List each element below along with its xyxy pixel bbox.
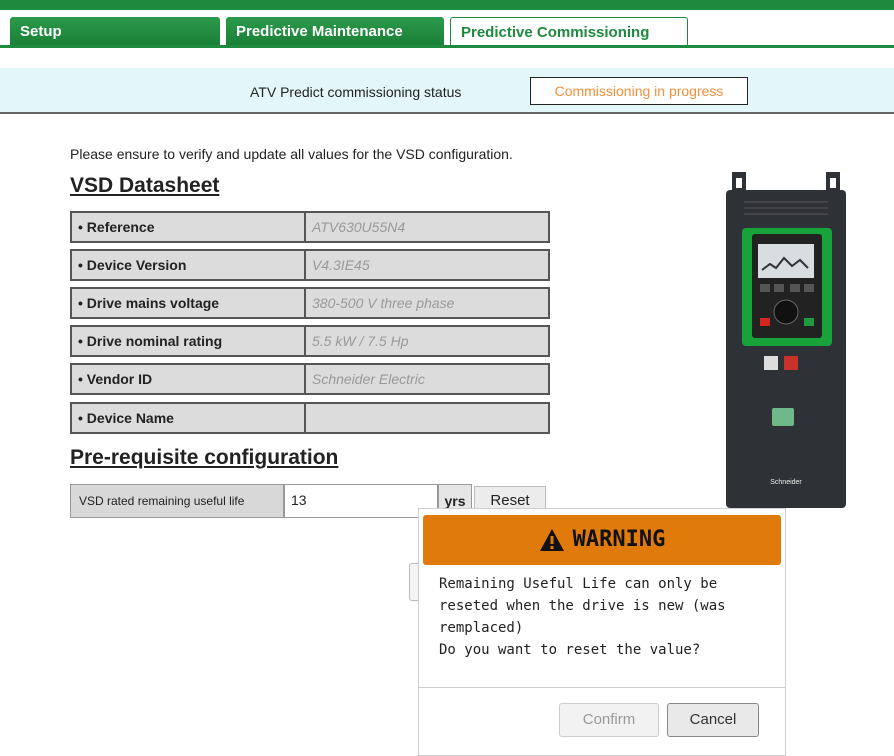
datasheet-value: ATV630U55N4 xyxy=(312,219,406,235)
datasheet-row-mains-voltage: • Drive mains voltage 380-500 V three ph… xyxy=(70,287,550,319)
datasheet-row-reference: • Reference ATV630U55N4 xyxy=(70,211,550,243)
commissioning-status-label: ATV Predict commissioning status xyxy=(250,84,462,100)
vsd-datasheet-heading: VSD Datasheet xyxy=(70,174,220,197)
datasheet-row-vendor-id: • Vendor ID Schneider Electric xyxy=(70,363,550,395)
datasheet-value: Schneider Electric xyxy=(312,371,425,387)
commissioning-status-bar: ATV Predict commissioning status Commiss… xyxy=(0,68,894,114)
commissioning-status-value: Commissioning in progress xyxy=(530,77,748,105)
warning-line: Do you want to reset the value? xyxy=(439,642,701,658)
datasheet-value: V4.3IE45 xyxy=(312,257,370,273)
datasheet-value: 5.5 kW / 7.5 Hp xyxy=(312,333,409,349)
datasheet-key: • Device Name xyxy=(72,404,306,432)
drive-device-image: Schneider xyxy=(724,172,848,512)
tab-bar: Setup Predictive Maintenance Predictive … xyxy=(0,0,894,48)
datasheet-key: • Device Version xyxy=(72,251,306,279)
datasheet-key: • Drive mains voltage xyxy=(72,289,306,317)
warning-line: reseted when the drive is new (was xyxy=(439,598,726,614)
datasheet-key: • Reference xyxy=(72,213,306,241)
tab-underline xyxy=(0,45,894,48)
warning-message: Remaining Useful Life can only be resete… xyxy=(439,573,769,661)
rul-label: VSD rated remaining useful life xyxy=(70,484,284,518)
warning-icon xyxy=(539,529,564,551)
intro-text: Please ensure to verify and update all v… xyxy=(70,146,513,162)
warning-dialog-header: WARNING xyxy=(423,515,781,565)
warning-line: remplaced) xyxy=(439,620,524,636)
warning-line: Remaining Useful Life can only be xyxy=(439,576,718,592)
cancel-button[interactable]: Cancel xyxy=(667,703,759,737)
tab-setup[interactable]: Setup xyxy=(10,17,220,47)
warning-title: WARNING xyxy=(423,515,781,565)
datasheet-row-device-name: • Device Name xyxy=(70,402,550,434)
tab-predictive-commissioning[interactable]: Predictive Commissioning xyxy=(450,17,688,47)
datasheet-key: • Drive nominal rating xyxy=(72,327,306,355)
warning-title-text: WARNING xyxy=(572,527,666,552)
prerequisite-heading: Pre-requisite configuration xyxy=(70,446,339,469)
warning-dialog: WARNING Remaining Useful Life can only b… xyxy=(418,508,786,756)
tab-predictive-maintenance[interactable]: Predictive Maintenance xyxy=(226,17,444,47)
rul-input[interactable]: 13 xyxy=(284,484,438,518)
datasheet-row-device-version: • Device Version V4.3IE45 xyxy=(70,249,550,281)
confirm-button[interactable]: Confirm xyxy=(559,703,659,737)
datasheet-row-nominal-rating: • Drive nominal rating 5.5 kW / 7.5 Hp xyxy=(70,325,550,357)
datasheet-value: 380-500 V three phase xyxy=(312,295,455,311)
datasheet-key: • Vendor ID xyxy=(72,365,306,393)
top-green-band xyxy=(0,0,894,10)
dialog-divider xyxy=(419,687,785,688)
device-brand-text: Schneider xyxy=(770,479,802,486)
